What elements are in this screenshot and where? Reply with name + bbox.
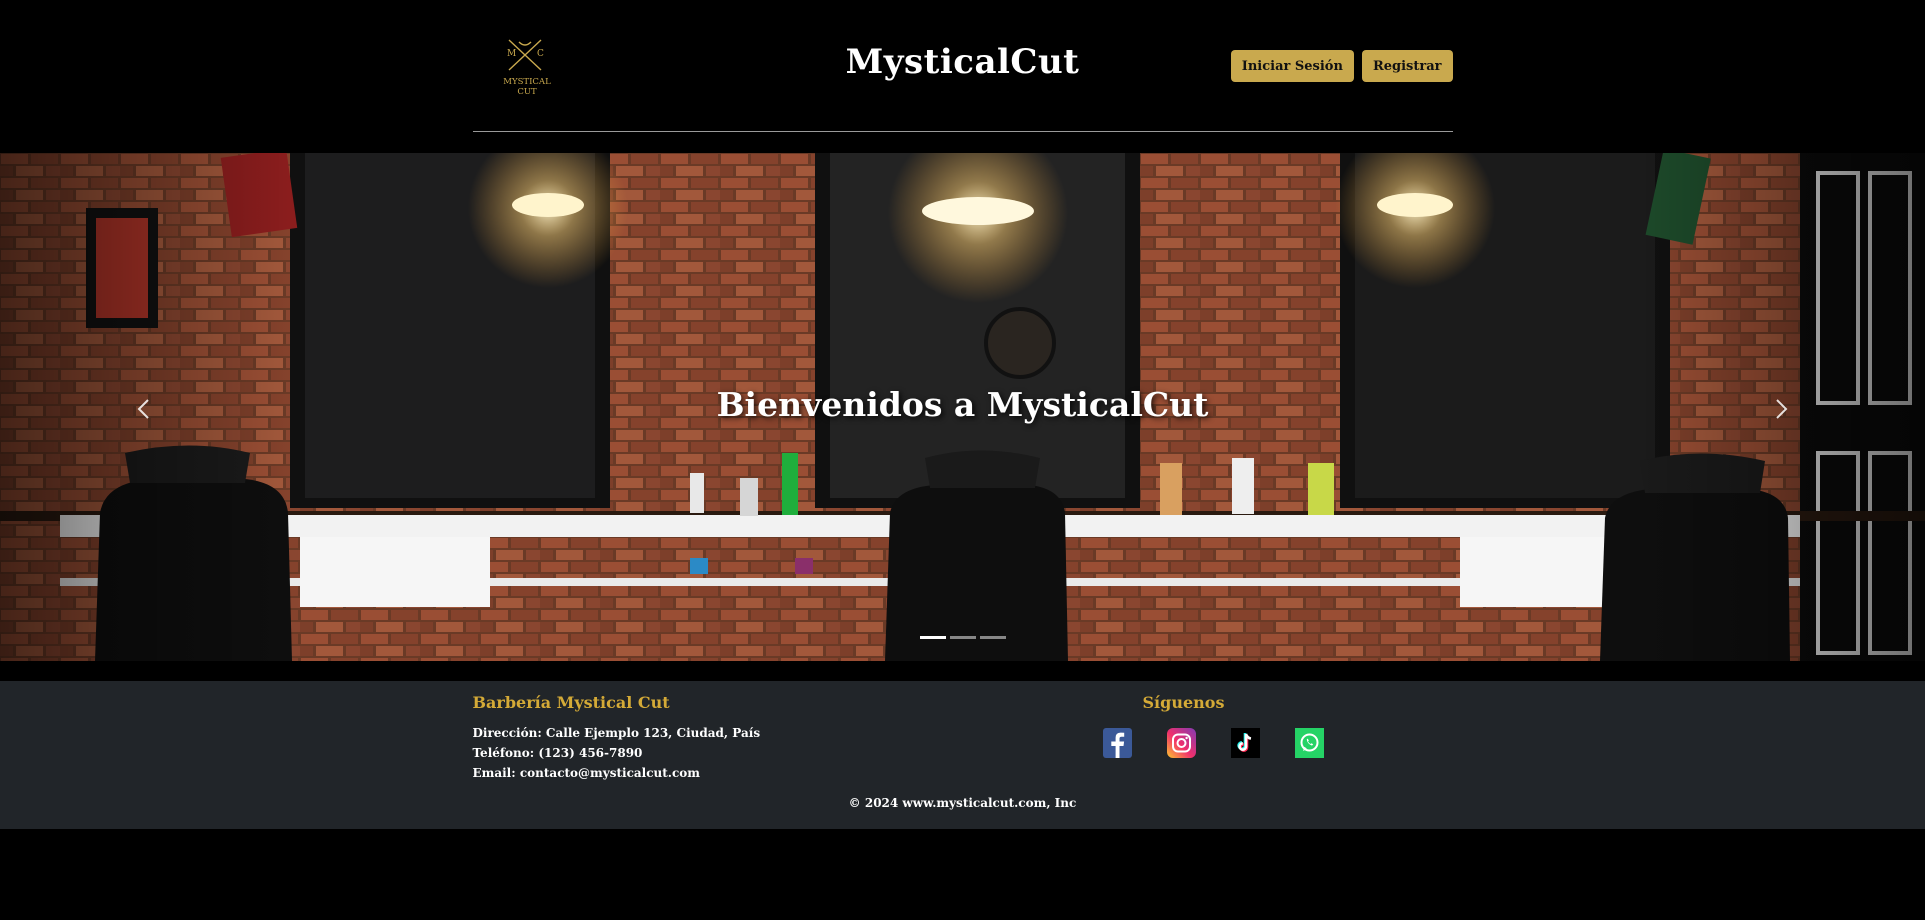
- footer-brand: Barbería Mystical Cut: [472, 693, 670, 712]
- carousel-indicator[interactable]: [979, 636, 1006, 639]
- hero-caption: Bienvenidos a MysticalCut: [716, 385, 1209, 424]
- svg-text:C: C: [537, 49, 544, 59]
- login-button[interactable]: Iniciar Sesión: [1230, 50, 1354, 82]
- carousel-indicator[interactable]: [949, 636, 976, 639]
- carousel-indicator[interactable]: [919, 636, 946, 639]
- chevron-right-icon: [1776, 399, 1788, 419]
- carousel-next-button[interactable]: [1761, 389, 1801, 429]
- facebook-icon[interactable]: [1102, 728, 1132, 758]
- footer-email: Email: contacto@mysticalcut.com: [472, 766, 700, 780]
- register-button[interactable]: Registrar: [1361, 50, 1453, 82]
- carousel-indicators: [0, 636, 1925, 639]
- svg-text:M: M: [507, 49, 516, 59]
- site-header: M C MYSTICAL CUT MysticalCut Iniciar Ses…: [472, 0, 1453, 132]
- copyright: © 2024 www.mysticalcut.com, Inc: [848, 796, 1077, 810]
- follow-title: Síguenos: [1142, 693, 1225, 712]
- social-links: [1102, 728, 1324, 758]
- footer-contact: Dirección: Calle Ejemplo 123, Ciudad, Pa…: [473, 723, 761, 783]
- whatsapp-icon[interactable]: [1294, 728, 1324, 758]
- logo-text-line2: CUT: [517, 87, 537, 97]
- instagram-icon[interactable]: [1166, 728, 1196, 758]
- carousel-prev-button[interactable]: [124, 389, 164, 429]
- hero-carousel: Bienvenidos a MysticalCut: [0, 153, 1925, 661]
- brand-logo[interactable]: M C MYSTICAL CUT: [491, 36, 563, 98]
- site-footer: Barbería Mystical Cut Dirección: Calle E…: [0, 681, 1925, 829]
- auth-buttons: Iniciar Sesión Registrar: [1230, 50, 1453, 82]
- footer-phone: Teléfono: (123) 456-7890: [472, 746, 643, 760]
- chevron-left-icon: [137, 399, 149, 419]
- logo-text-line1: MYSTICAL: [503, 77, 551, 87]
- tiktok-icon[interactable]: [1230, 728, 1260, 758]
- footer-address: Dirección: Calle Ejemplo 123, Ciudad, Pa…: [472, 726, 761, 740]
